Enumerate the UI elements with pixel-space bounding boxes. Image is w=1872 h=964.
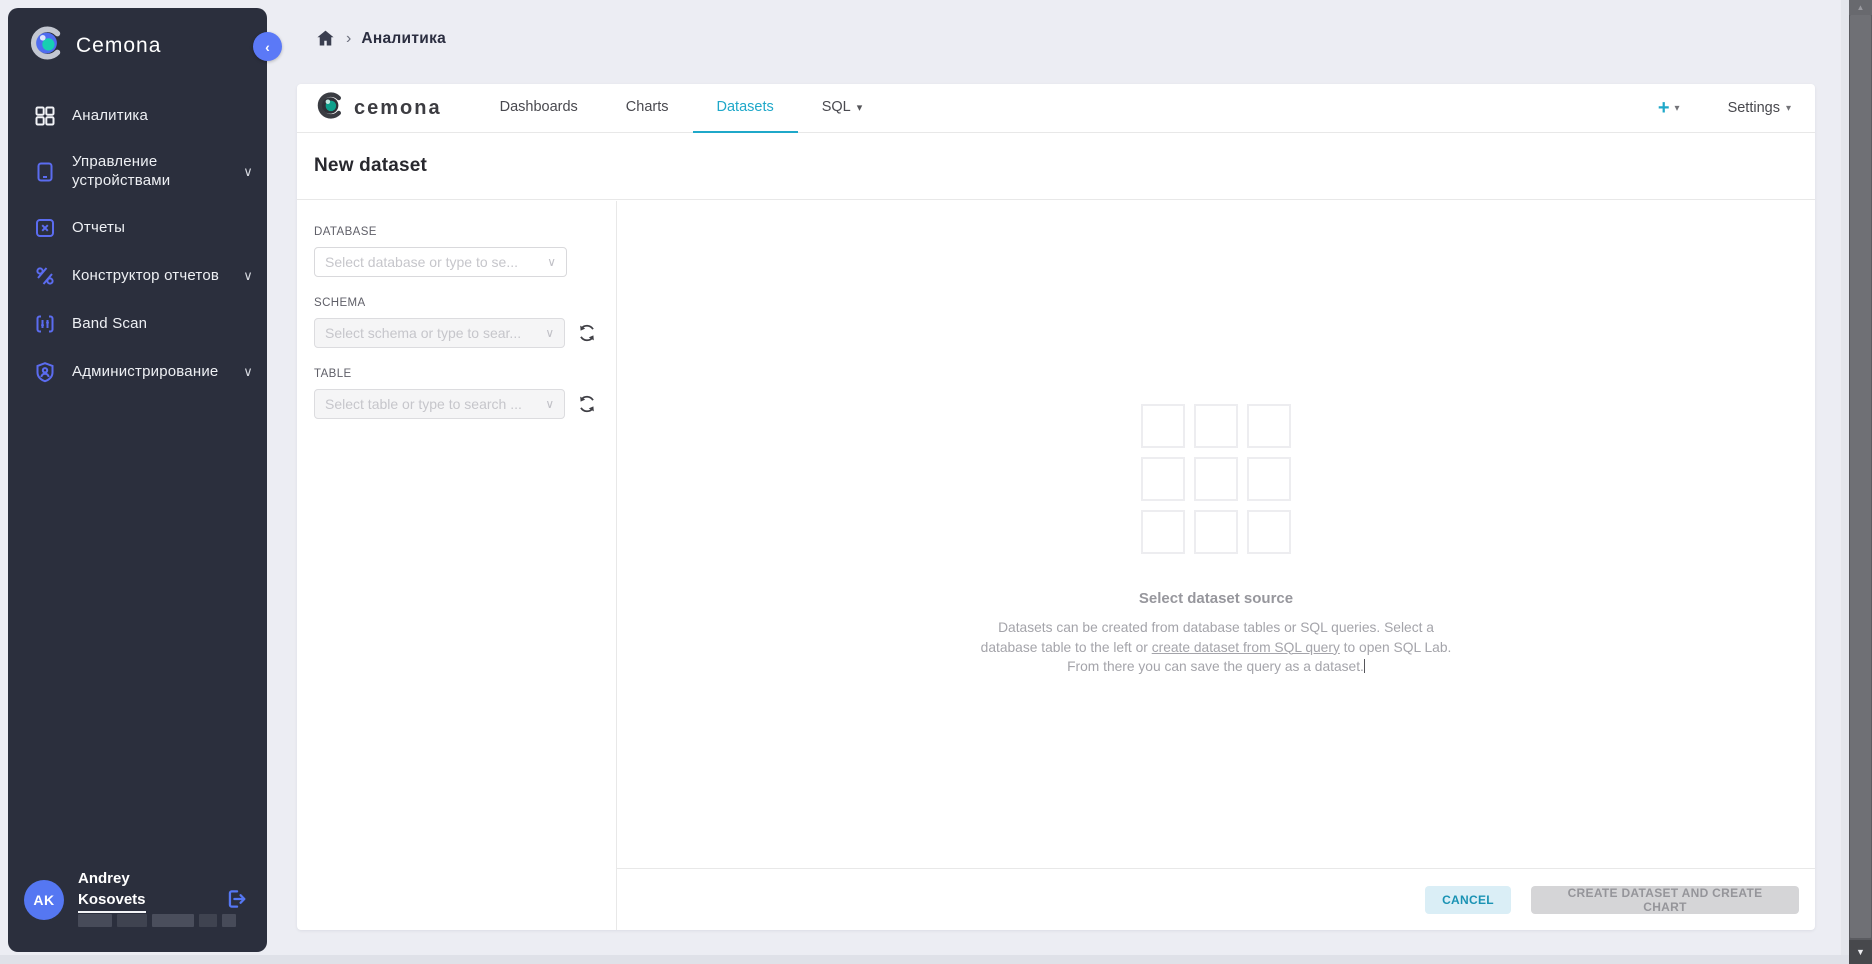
page-header: New dataset [297, 133, 1815, 200]
new-item-button[interactable]: + ▾ [1658, 98, 1680, 118]
chevron-down-icon: ∨ [545, 326, 554, 340]
navbar-brand-label: cemona [354, 97, 442, 120]
user-first-name: Andrey [78, 870, 130, 887]
sidebar: Cemona Аналитика Управление устройствами… [8, 8, 267, 952]
sidebar-item-administration[interactable]: Администрирование ∨ [8, 352, 267, 392]
page-edge-strip [1841, 0, 1849, 964]
refresh-schema-icon[interactable] [575, 321, 599, 345]
report-builder-icon [32, 264, 58, 288]
vertical-scrollbar[interactable]: ▲ ▼ [1849, 0, 1872, 964]
sidebar-user-section: AK Andrey Kosovets [8, 868, 267, 938]
sidebar-item-report-builder[interactable]: Конструктор отчетов ∨ [8, 256, 267, 296]
logout-icon[interactable] [223, 886, 249, 912]
sidebar-menu: Аналитика Управление устройствами ∨ Отче… [8, 96, 267, 392]
app-navbar: cemona Dashboards Charts Datasets SQL ▾ +… [297, 84, 1815, 133]
sidebar-item-reports[interactable]: Отчеты [8, 208, 267, 248]
tab-label: Dashboards [500, 99, 578, 115]
empty-state: Select dataset source Datasets can be cr… [617, 404, 1815, 677]
tab-label: SQL [822, 99, 851, 115]
tab-dashboards[interactable]: Dashboards [476, 84, 602, 133]
chevron-right-icon: › [346, 30, 351, 48]
scroll-down-arrow-icon[interactable]: ▼ [1849, 940, 1872, 964]
caret-down-icon: ▾ [1786, 103, 1791, 114]
create-dataset-from-sql-link[interactable]: create dataset from SQL query [1152, 640, 1340, 655]
grid-icon [32, 104, 58, 128]
cemona-logo-icon [30, 26, 64, 65]
chevron-down-icon: ∨ [545, 397, 554, 411]
chevron-left-icon: ‹ [265, 39, 270, 55]
settings-label: Settings [1728, 100, 1780, 116]
tab-charts[interactable]: Charts [602, 84, 693, 133]
text-cursor [1364, 659, 1365, 673]
scroll-up-arrow-icon[interactable]: ▲ [1849, 0, 1872, 15]
empty-state-title: Select dataset source [1139, 590, 1293, 607]
sidebar-item-label: Аналитика [72, 107, 148, 126]
tab-label: Charts [626, 99, 669, 115]
footer-actions: CANCEL CREATE DATASET AND CREATE CHART [617, 868, 1815, 930]
navbar-brand[interactable]: cemona [317, 92, 442, 124]
main-card: cemona Dashboards Charts Datasets SQL ▾ +… [297, 84, 1815, 930]
table-select[interactable]: Select table or type to search ... ∨ [314, 389, 565, 419]
settings-menu-button[interactable]: Settings ▾ [1728, 100, 1791, 116]
sidebar-brand[interactable]: Cemona [30, 26, 161, 65]
empty-grid-icon [1141, 404, 1291, 554]
admin-shield-icon [32, 360, 58, 384]
sidebar-item-device-management[interactable]: Управление устройствами ∨ [8, 144, 267, 200]
database-select-placeholder: Select database or type to se... [325, 254, 541, 270]
refresh-table-icon[interactable] [575, 392, 599, 416]
device-icon [32, 160, 58, 184]
sidebar-item-label: Band Scan [72, 315, 147, 334]
breadcrumb: › Аналитика [315, 28, 446, 49]
caret-down-icon: ▾ [1675, 103, 1680, 114]
schema-select[interactable]: Select schema or type to sear... ∨ [314, 318, 565, 348]
empty-state-body: Datasets can be created from database ta… [976, 618, 1456, 677]
tab-sql[interactable]: SQL ▾ [798, 84, 887, 133]
sidebar-item-band-scan[interactable]: Band Scan [8, 304, 267, 344]
band-scan-icon [32, 312, 58, 336]
dataset-source-panel: DATABASE Select database or type to se..… [297, 201, 617, 930]
sidebar-item-label: Конструктор отчетов [72, 267, 219, 286]
schema-select-placeholder: Select schema or type to sear... [325, 325, 539, 341]
cancel-button[interactable]: CANCEL [1425, 886, 1511, 914]
cemona-navbar-logo-icon [317, 92, 344, 124]
chevron-down-icon[interactable]: ∨ [243, 364, 253, 380]
sidebar-item-analytics[interactable]: Аналитика [8, 96, 267, 136]
chevron-down-icon[interactable]: ∨ [243, 164, 253, 180]
redacted-user-role [78, 914, 236, 927]
breadcrumb-page-label[interactable]: Аналитика [361, 30, 446, 48]
avatar[interactable]: AK [24, 880, 64, 920]
sidebar-item-label: Отчеты [72, 219, 125, 238]
user-name: Andrey Kosovets [78, 868, 146, 913]
plus-icon: + [1658, 98, 1670, 118]
dataset-preview-pane: Select dataset source Datasets can be cr… [617, 201, 1815, 930]
tab-label: Datasets [717, 99, 774, 115]
horizontal-scrollbar-track[interactable] [0, 955, 1849, 964]
database-select[interactable]: Select database or type to se... ∨ [314, 247, 567, 277]
navbar-tabs: Dashboards Charts Datasets SQL ▾ [476, 84, 887, 133]
sidebar-collapse-button[interactable]: ‹ [253, 32, 282, 61]
schema-label: SCHEMA [314, 297, 599, 309]
report-x-icon [32, 216, 58, 240]
create-dataset-and-chart-button[interactable]: CREATE DATASET AND CREATE CHART [1531, 886, 1799, 914]
table-label: TABLE [314, 368, 599, 380]
page-title: New dataset [314, 155, 427, 177]
caret-down-icon: ▾ [857, 101, 863, 114]
tab-datasets[interactable]: Datasets [693, 84, 798, 133]
user-last-name: Kosovets [78, 889, 146, 913]
chevron-down-icon: ∨ [547, 255, 556, 269]
home-icon[interactable] [315, 28, 336, 49]
scrollbar-thumb[interactable] [1850, 15, 1871, 938]
chevron-down-icon[interactable]: ∨ [243, 268, 253, 284]
sidebar-brand-label: Cemona [76, 34, 161, 58]
database-label: DATABASE [314, 226, 599, 238]
table-select-placeholder: Select table or type to search ... [325, 396, 539, 412]
sidebar-item-label: Администрирование [72, 363, 218, 382]
sidebar-item-label: Управление устройствами [72, 153, 229, 191]
